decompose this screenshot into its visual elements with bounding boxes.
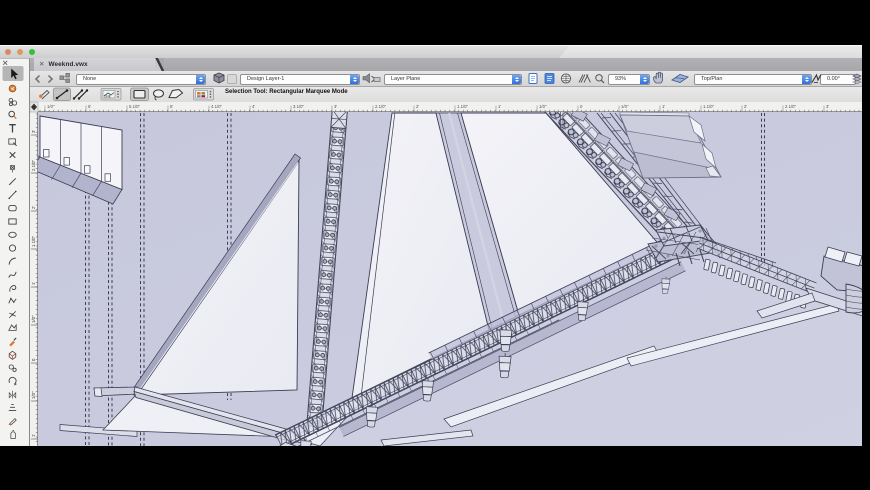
svg-text:3': 3' [826,104,829,109]
svg-text:2': 2' [416,104,419,109]
svg-text:1/0": 1/0" [621,104,629,109]
svg-text:4.1/0": 4.1/0" [211,104,223,109]
svg-text:1.1/0": 1.1/0" [31,235,36,247]
svg-text:1/0": 1/0" [539,104,547,109]
svg-text:5.1/0": 5.1/0" [129,104,141,109]
svg-text:2': 2' [744,104,747,109]
svg-text:1': 1' [31,434,36,437]
svg-text:1.1/0": 1.1/0" [703,104,715,109]
svg-text:1/0": 1/0" [47,104,55,109]
svg-text:3': 3' [334,104,337,109]
svg-text:1': 1' [31,282,36,285]
svg-text:3': 3' [31,130,36,133]
svg-text:2.1/0": 2.1/0" [31,159,36,171]
svg-text:5': 5' [170,104,173,109]
svg-text:2.1/0": 2.1/0" [375,104,387,109]
svg-text:1/0": 1/0" [31,391,36,399]
svg-text:1': 1' [498,104,501,109]
svg-text:1.1/0": 1.1/0" [457,104,469,109]
svg-text:2': 2' [31,206,36,209]
svg-text:2.1/0": 2.1/0" [785,104,797,109]
svg-text:1/0": 1/0" [31,315,36,323]
svg-text:3.1/0": 3.1/0" [293,104,305,109]
svg-text:6': 6' [88,104,91,109]
svg-text:1': 1' [662,104,665,109]
svg-text:OHE: OHE [104,95,111,99]
svg-text:4': 4' [252,104,255,109]
